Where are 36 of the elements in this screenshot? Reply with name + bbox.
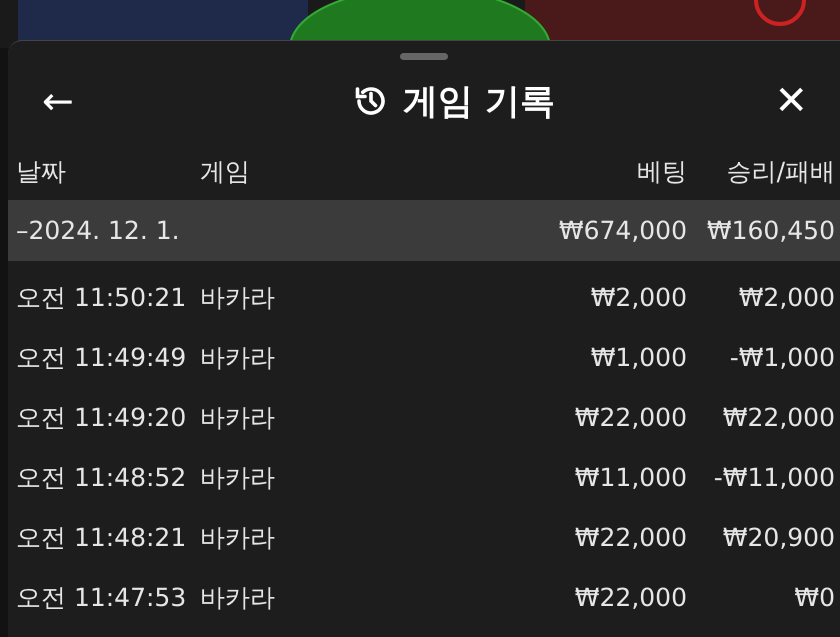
table-cell-text: 오전 11:48:21 — [15, 522, 188, 554]
table-cell-text: ₩22,000 — [574, 582, 687, 612]
table-cell-text: ₩0 — [793, 582, 835, 612]
table-cell-text: -₩1,000 — [728, 342, 835, 372]
date-group-row[interactable]: –2024. 12. 1. ₩674,000 ₩160,450 — [8, 200, 840, 261]
close-button[interactable]: ✕ — [770, 77, 812, 125]
table-cell-text: 바카라 — [199, 282, 276, 314]
table-cell-text: ₩22,000 — [574, 402, 687, 432]
table-cell-text: ₩674,000 — [558, 216, 687, 245]
table-cell-text: ₩2,000 — [590, 282, 687, 312]
column-header: 승리/패배 — [726, 156, 835, 188]
table-cell-text: ₩2,000 — [738, 282, 835, 312]
table-cell-text: 바카라 — [199, 342, 276, 374]
back-button[interactable]: ← — [38, 78, 78, 124]
table-cell-text: 오전 11:48:52 — [15, 462, 188, 494]
drag-handle[interactable] — [400, 53, 448, 60]
table-cell-text: 오전 11:47:53 — [15, 582, 188, 614]
column-header: 게임 — [199, 156, 251, 188]
table-cell-text: 오전 11:50:21 — [15, 282, 188, 314]
table-cell-text: ₩1,000 — [590, 342, 687, 372]
table-cell-text: 오전 11:49:49 — [15, 342, 188, 374]
group-date: –2024. 12. 1. — [15, 216, 181, 245]
table-cell-text: ₩11,000 — [574, 462, 687, 492]
column-header: 날짜 — [15, 156, 67, 188]
column-header: 베팅 — [636, 156, 687, 188]
table-cell-text: -₩11,000 — [712, 462, 835, 492]
table-cell-text: 바카라 — [199, 582, 276, 614]
table-cell-text: ₩160,450 — [706, 216, 835, 245]
table-cell-text: 바카라 — [199, 522, 276, 554]
table-cell-text: 바카라 — [199, 402, 276, 434]
window-title: 게임 기록 — [403, 80, 556, 124]
table-cell-text: ₩22,000 — [574, 522, 687, 552]
table-cell-text: ₩20,900 — [722, 522, 835, 552]
table-cell-text: 바카라 — [199, 462, 276, 494]
table-cell-text: ₩22,000 — [722, 402, 835, 432]
table-cell-text: 오전 11:49:20 — [15, 402, 188, 434]
